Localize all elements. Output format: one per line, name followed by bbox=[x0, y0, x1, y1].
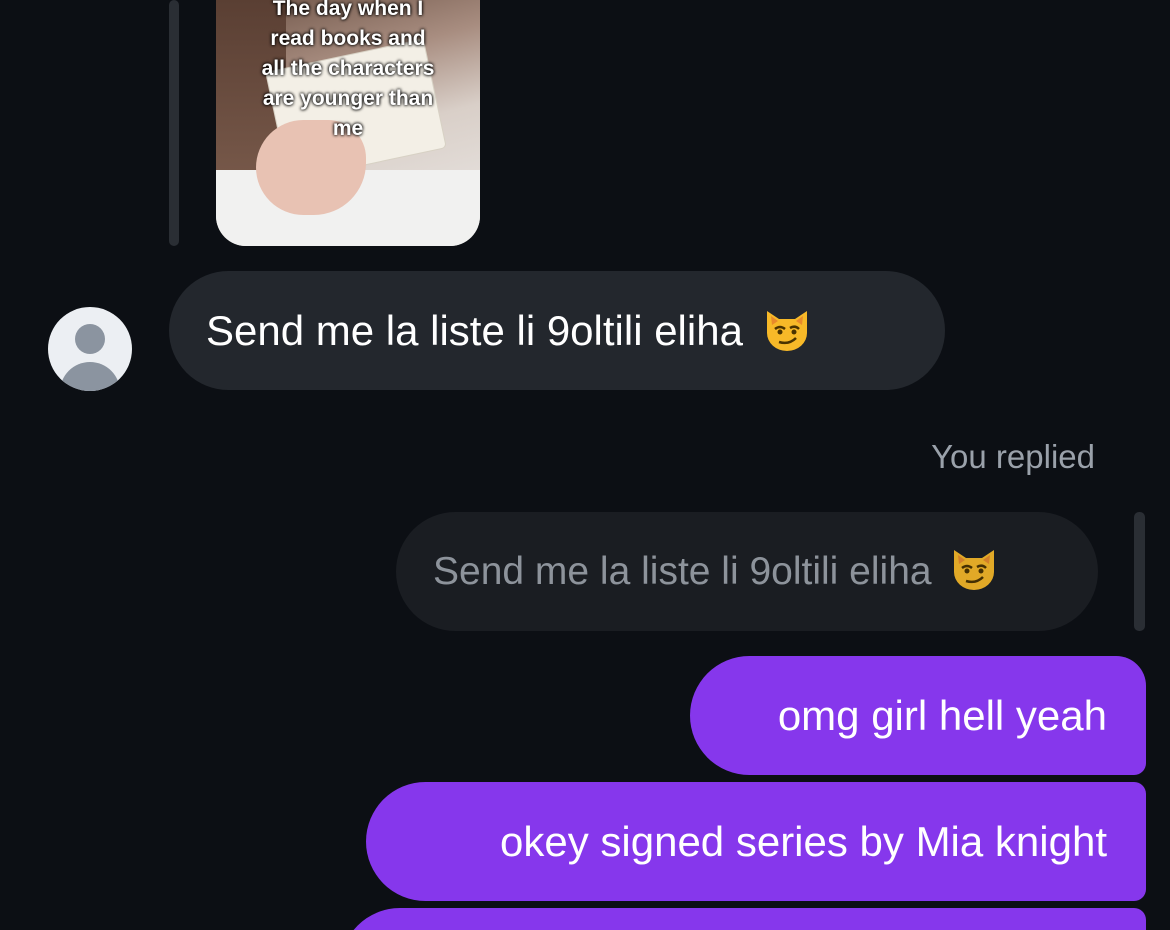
smirking-cat-emoji-icon bbox=[954, 550, 995, 590]
outgoing-message-text: omg girl hell yeah bbox=[777, 692, 1107, 739]
avatar-body-shape bbox=[60, 362, 120, 391]
incoming-message-text: Send me la liste li 9oltili eliha bbox=[206, 307, 743, 354]
thumbnail-caption: The day when I read books and all the ch… bbox=[261, 0, 435, 140]
smirking-cat-emoji-icon bbox=[766, 311, 807, 351]
quoted-message-text: Send me la liste li 9oltili eliha bbox=[433, 550, 932, 593]
outgoing-message-text: okey signed series by Mia knight bbox=[500, 818, 1107, 865]
quoted-message-bubble[interactable]: Send me la liste li 9oltili eliha bbox=[396, 512, 1098, 631]
outgoing-message-bubble[interactable]: okey signed series by Mia knight bbox=[366, 782, 1146, 901]
you-replied-label: You replied bbox=[931, 438, 1095, 475]
chat-thread: The day when I read books and all the ch… bbox=[0, 0, 1170, 930]
avatar-head-shape bbox=[75, 324, 105, 354]
outgoing-message-bubble[interactable] bbox=[340, 908, 1146, 930]
reply-indicator-bar bbox=[169, 0, 179, 246]
quote-indicator-bar bbox=[1134, 512, 1145, 631]
outgoing-message-bubble[interactable]: omg girl hell yeah bbox=[690, 656, 1146, 775]
shared-reel-thumbnail[interactable]: The day when I read books and all the ch… bbox=[216, 0, 480, 246]
incoming-message-bubble[interactable]: Send me la liste li 9oltili eliha bbox=[169, 271, 945, 390]
sender-avatar-icon[interactable] bbox=[48, 307, 132, 391]
